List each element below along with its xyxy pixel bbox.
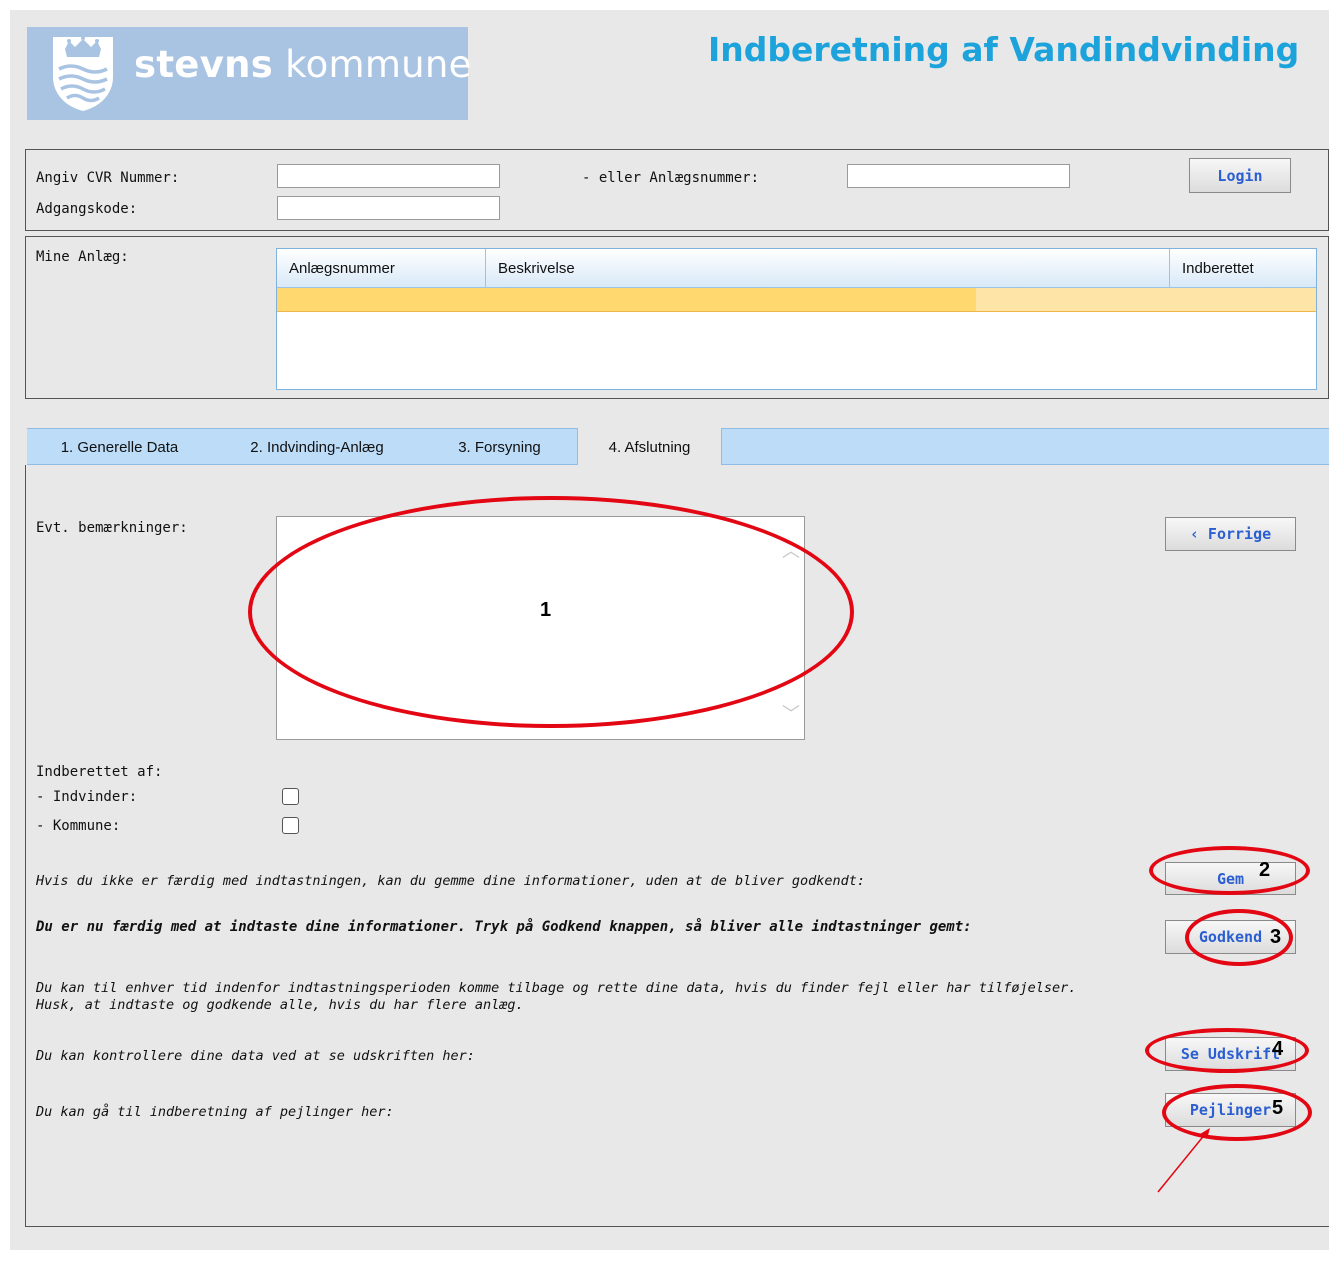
info-text-edit-period: Du kan til enhver tid indenfor indtastni… (36, 980, 1077, 996)
remarks-label: Evt. bemærkninger: (36, 520, 188, 536)
annotation-number-1: 1 (540, 599, 552, 621)
column-header-description[interactable]: Beskrivelse (486, 249, 1170, 287)
save-button[interactable]: Gem (1165, 862, 1296, 895)
facility-number-input[interactable] (847, 164, 1070, 188)
annotation-number-5: 5 (1272, 1097, 1284, 1119)
stevns-kommune-logo: stevns kommune (27, 27, 471, 120)
login-panel (25, 149, 1329, 231)
tab-completion[interactable]: 4. Afslutning (577, 428, 722, 466)
tab-bar: 1. Generelle Data 2. Indvinding-Anlæg 3.… (27, 428, 1329, 466)
annotation-number-2: 2 (1259, 859, 1271, 881)
save-info-text: Hvis du ikke er færdig med indtastningen… (36, 873, 866, 889)
cvr-label: Angiv CVR Nummer: (36, 170, 180, 186)
scroll-down-icon[interactable]: ﹀ (782, 700, 800, 726)
approve-info-text: Du er nu færdig med at indtaste dine inf… (36, 919, 972, 935)
previous-button[interactable]: ‹ Forrige (1165, 517, 1296, 551)
tab-general-data[interactable]: 1. Generelle Data (27, 429, 212, 465)
password-label: Adgangskode: (36, 201, 138, 217)
column-header-facility-number[interactable]: Anlægsnummer (277, 249, 486, 287)
reporter-municipality-label: - Kommune: (36, 818, 121, 834)
facilities-grid: Anlægsnummer Beskrivelse Indberettet (276, 248, 1317, 390)
reported-by-label: Indberettet af: (36, 764, 163, 780)
login-button[interactable]: Login (1189, 158, 1291, 193)
facility-number-label: - eller Anlægsnummer: (582, 170, 760, 186)
reporter-municipality-checkbox[interactable] (282, 817, 299, 834)
reporter-extractor-label: - Indvinder: (36, 789, 138, 805)
annotation-number-3: 3 (1270, 926, 1282, 948)
facilities-label: Mine Anlæg: (36, 249, 129, 265)
page-title: Indberetning af Vandindvinding (708, 30, 1300, 69)
annotation-number-4: 4 (1272, 1038, 1284, 1060)
info-text-multiple-facilities: Husk, at indtaste og godkende alle, hvis… (36, 997, 524, 1013)
annotation-arrow-icon (1157, 1128, 1210, 1193)
crest-icon (53, 36, 113, 111)
column-header-reported[interactable]: Indberettet (1170, 249, 1316, 287)
cvr-input[interactable] (277, 164, 500, 188)
grid-header: Anlægsnummer Beskrivelse Indberettet (277, 249, 1316, 288)
scroll-up-icon[interactable]: ︿ (782, 537, 800, 563)
print-info-text: Du kan kontrollere dine data ved at se u… (36, 1048, 475, 1064)
brand-name: stevns kommune (134, 43, 472, 86)
soundings-info-text: Du kan gå til indberetning af pejlinger … (36, 1104, 394, 1120)
password-input[interactable] (277, 196, 500, 220)
tab-supply[interactable]: 3. Forsyning (422, 429, 577, 465)
tab-extraction-facility[interactable]: 2. Indvinding-Anlæg (212, 429, 422, 465)
reporter-extractor-checkbox[interactable] (282, 788, 299, 805)
table-row-selected[interactable] (277, 288, 1316, 312)
remarks-textarea[interactable] (276, 516, 805, 740)
row-highlight-tail (976, 288, 1316, 311)
